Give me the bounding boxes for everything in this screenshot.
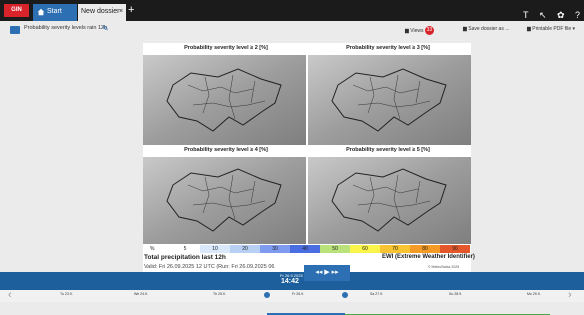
map-panel [308, 55, 471, 145]
panel-title: Probability severity level ≥ 4 [%] [184, 147, 268, 153]
app-logo: GIN [4, 4, 29, 17]
color-legend: % 5 10 20 30 40 50 60 70 80 90 [144, 245, 472, 253]
figure-right-title: EWI (Extreme Weather Identifier) [382, 254, 475, 260]
map-panel [143, 55, 306, 145]
legend-cell: 90 [440, 245, 470, 253]
switzerland-map [143, 55, 306, 145]
panel-title: Probability severity level ≥ 5 [%] [346, 147, 430, 153]
timeline-range-end-handle[interactable] [342, 292, 348, 298]
legend-cell: 5 [170, 245, 200, 253]
tab-dossier-label: New dossier [81, 8, 120, 15]
figure-main-title: Total precipitation last 12h [144, 254, 226, 261]
top-right-icons: T ↖ ✿ ? [517, 5, 580, 20]
legend-cell: 10 [200, 245, 230, 253]
timeline-day-label[interactable]: Mo 29.9. [527, 292, 541, 296]
help-icon[interactable]: ? [575, 9, 580, 21]
tab-start-page[interactable]: Start page [33, 4, 77, 31]
legend-cell: 60 [350, 245, 380, 253]
legend-cell: 20 [230, 245, 260, 253]
timeline-day-label[interactable]: Su 28.9. [449, 292, 462, 296]
switzerland-map [143, 157, 306, 244]
playback-controls[interactable]: ◂◂ ▶ ▸▸ [304, 265, 350, 281]
views-count-badge: 33 [424, 26, 434, 35]
views-label: Views [410, 27, 424, 34]
document-toolbar: Probability severity levels rain 12h ✎ ▆… [0, 21, 584, 39]
legend-cell: 80 [410, 245, 440, 253]
timeline-time: 14:42 [281, 278, 299, 285]
document-image-icon [10, 26, 20, 34]
pdf-label: Printable PDF file [532, 26, 572, 32]
play-icon[interactable]: ▶ [324, 269, 329, 276]
document-title: Probability severity levels rain 12h [24, 25, 108, 31]
edit-title-icon[interactable]: ✎ [102, 24, 109, 33]
legend-cell: 30 [260, 245, 290, 253]
pointer-tool-icon[interactable]: ↖ [539, 9, 547, 21]
valid-time-text: Valid: Fri 26.09.2025 12 UTC (Run: Fri 2… [144, 264, 275, 270]
add-tab-button[interactable]: + [128, 4, 134, 17]
timeline-next-icon[interactable]: › [568, 289, 572, 301]
timeline-prev-icon[interactable]: ‹ [8, 289, 12, 301]
timeline-day-label[interactable]: Tu 23.9. [60, 292, 73, 296]
settings-icon[interactable]: ✿ [557, 9, 565, 21]
legend-cell: 50 [320, 245, 350, 253]
copyright-text: © MeteoSwiss 2025 [428, 265, 460, 269]
forecast-figure: Probability severity level ≥ 2 [%] Proba… [143, 43, 471, 272]
panel-title: Probability severity level ≥ 3 [%] [346, 45, 430, 51]
save-icon: ▆ [463, 26, 467, 32]
views-icon: ▆ [405, 27, 409, 34]
switzerland-map [308, 157, 471, 244]
legend-unit: % [150, 246, 155, 252]
forward-icon[interactable]: ▸▸ [332, 269, 339, 276]
print-icon: ▆ [527, 26, 531, 32]
save-label: Save dossier as ... [468, 26, 510, 32]
close-tab-icon[interactable]: × [119, 4, 123, 20]
timeline-day-label[interactable]: Sa 27.9. [370, 292, 383, 296]
rewind-icon[interactable]: ◂◂ [315, 269, 322, 276]
legend-cell: 40 [290, 245, 320, 253]
views-button[interactable]: ▆ Views 33 [405, 26, 434, 35]
timeline-range-start-handle[interactable] [264, 292, 270, 298]
home-icon [37, 8, 45, 16]
map-panel [308, 157, 471, 244]
panel-title: Probability severity level ≥ 2 [%] [184, 45, 268, 51]
legend-cell: 70 [380, 245, 410, 253]
map-panel [143, 157, 306, 244]
timeline-day-label[interactable]: Fr 26.9. [292, 292, 304, 296]
printable-pdf-button[interactable]: ▆ Printable PDF file ▾ [527, 26, 575, 32]
switzerland-map [308, 55, 471, 145]
tab-new-dossier[interactable]: New dossier × [78, 4, 126, 21]
text-tool-icon[interactable]: T [523, 9, 529, 21]
timeline-day-label[interactable]: Th 25.9. [213, 292, 226, 296]
timeline-bar: Fr 26.9.2025 14:42 ‹ › Tu 23.9. We 24.9. T… [0, 272, 584, 315]
save-dossier-button[interactable]: ▆ Save dossier as ... [463, 26, 509, 32]
top-bar: GIN Start page New dossier × + T ↖ ✿ ? [0, 0, 584, 31]
chevron-down-icon: ▾ [572, 26, 576, 32]
timeline-day-label[interactable]: We 24.9. [134, 292, 148, 296]
